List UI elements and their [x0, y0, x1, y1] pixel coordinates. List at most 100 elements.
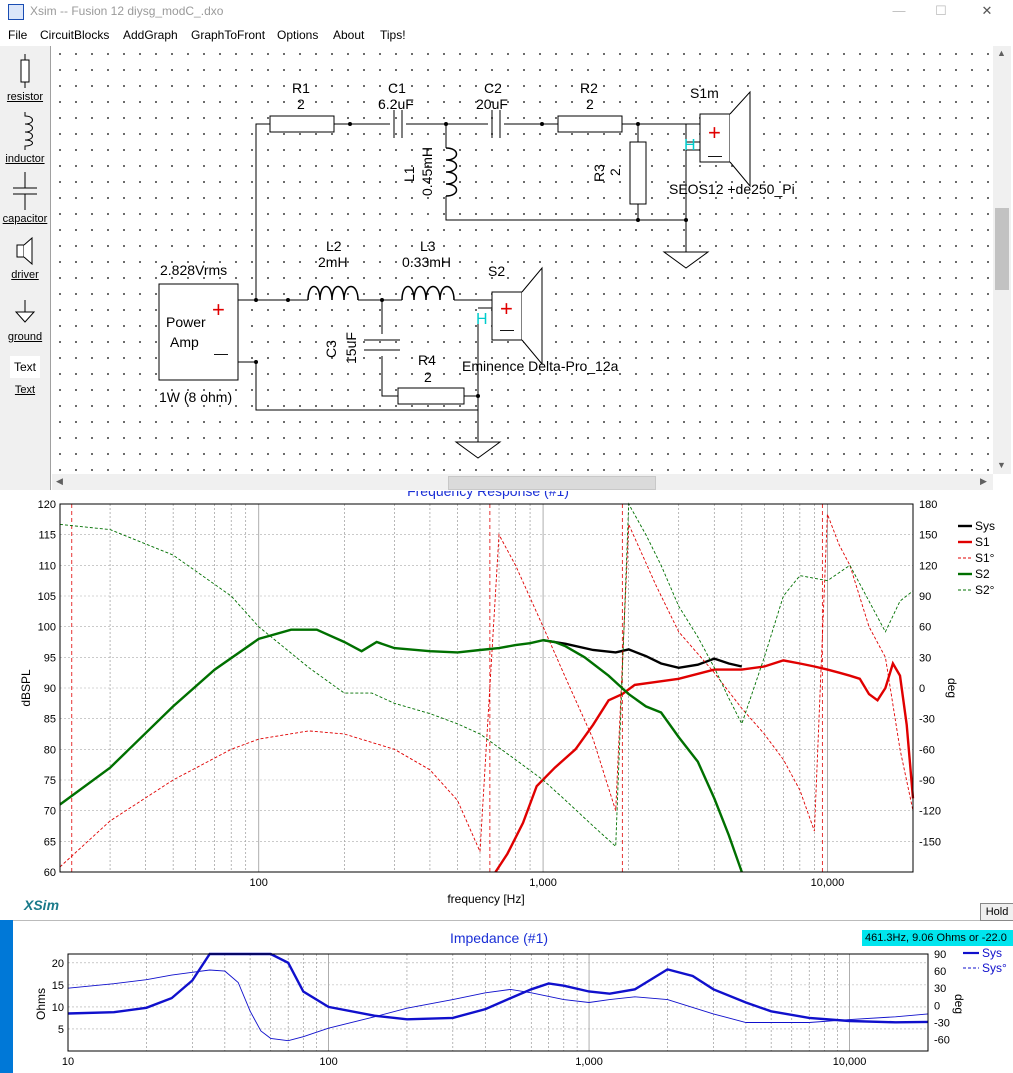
impedance-panel[interactable]: Impedance (#1) 5 10 15 20 -60 -30 0 30 60 90 10 1…: [13, 921, 1013, 1073]
legend-label-S2: S2: [975, 567, 990, 581]
minimize-button[interactable]: —: [876, 0, 922, 24]
C1-value: 6.2uF: [378, 96, 414, 112]
imp-y2tick-label: -30: [934, 1017, 950, 1029]
resistor-R4: [397, 387, 465, 405]
R4-value: 2: [424, 369, 432, 385]
schematic-canvas[interactable]: 2.828Vrms Power Amp + — 1W (8 ohm) R1 2 …: [52, 46, 993, 474]
title-bar[interactable]: Xsim -- Fusion 12 diysg_modC_.dxo — ☐ ✕: [0, 0, 1013, 24]
C2-value: 20uF: [476, 96, 508, 112]
schematic-drawing: 2.828Vrms Power Amp + — 1W (8 ohm) R1 2 …: [158, 80, 795, 459]
hold-button[interactable]: Hold: [980, 903, 1013, 921]
freq-y2tick-label: -90: [919, 775, 935, 787]
menu-tips[interactable]: Tips!: [380, 28, 406, 42]
freq-y2tick-label: 150: [919, 530, 937, 542]
horizontal-scroll-thumb[interactable]: [448, 476, 656, 490]
R1-value: 2: [297, 96, 305, 112]
frequency-response-panel[interactable]: Frequency Response (#1) 60 65 70 75 80 85 90 95…: [0, 491, 1013, 921]
scroll-up-arrow[interactable]: ▲: [997, 48, 1006, 58]
legend-label-S2-phase: S2°: [975, 583, 995, 597]
freq-ytick-label: 75: [44, 775, 56, 787]
S1-name: S1m: [690, 85, 719, 101]
tool-inductor[interactable]: inductor: [0, 112, 50, 165]
imp-ytick-label: 15: [52, 980, 64, 992]
close-button[interactable]: ✕: [964, 0, 1010, 24]
S1-h: H: [684, 137, 696, 154]
R2-name: R2: [580, 80, 598, 96]
amp-name-2: Amp: [170, 334, 199, 350]
freq-ytick-label: 115: [38, 530, 56, 542]
power-amp-block: [158, 283, 239, 381]
C2-name: C2: [484, 80, 502, 96]
freq-ytick-label: 110: [38, 560, 56, 572]
menu-circuitblocks[interactable]: CircuitBlocks: [40, 28, 109, 42]
tool-capacitor[interactable]: capacitor: [0, 172, 50, 225]
freq-y-ticks: 60 65 70 75 80 85 90 95 100 105 110 115 120: [38, 499, 56, 879]
S2-driver-cone: [521, 266, 543, 366]
tool-ground[interactable]: ground: [0, 298, 50, 343]
R3-name: R3: [591, 164, 607, 182]
inductor-L1: [445, 147, 458, 197]
ground-2: [454, 441, 502, 459]
freq-xtick-label: 10,000: [811, 877, 845, 889]
C3-name: C3: [323, 340, 339, 358]
inductor-L3: [401, 285, 455, 301]
capacitor-icon: [13, 172, 37, 210]
R3-value: 2: [607, 168, 623, 176]
inductor-icon: [24, 112, 33, 150]
freq-series-S1: [494, 659, 915, 873]
L2-value: 2mH: [318, 254, 348, 270]
tool-driver[interactable]: driver: [0, 236, 50, 281]
freq-chart-title: Frequency Response (#1): [407, 491, 569, 499]
xsim-window: Xsim -- Fusion 12 diysg_modC_.dxo — ☐ ✕ …: [0, 0, 1013, 492]
freq-y2tick-label: 120: [919, 560, 937, 572]
horizontal-scrollbar[interactable]: ◀ ▶: [52, 474, 993, 490]
tool-text[interactable]: Text Text: [0, 356, 50, 396]
imp-y2tick-label: 60: [934, 966, 946, 978]
legend-label-S1: S1: [975, 535, 990, 549]
resistor-R1: [269, 115, 335, 133]
imp-series-Sys-phase: [67, 969, 929, 1042]
C1-name: C1: [388, 80, 406, 96]
freq-y2tick-label: -30: [919, 714, 935, 726]
imp-series-Sys: [67, 952, 929, 1024]
menu-file[interactable]: File: [8, 28, 27, 42]
freq-ytick-label: 60: [44, 867, 56, 879]
speaker-icon: [16, 236, 33, 266]
scroll-down-arrow[interactable]: ▼: [997, 460, 1006, 470]
resistor-R3: [629, 141, 647, 205]
freq-ytick-label: 90: [44, 683, 56, 695]
imp-legend-label-Sys: Sys: [982, 946, 1002, 960]
amp-plus: +: [212, 297, 225, 322]
tool-resistor[interactable]: resistor: [0, 54, 50, 103]
freq-series-S2-phase: [59, 502, 914, 848]
legend-label-S1-phase: S1°: [975, 551, 995, 565]
scroll-right-arrow[interactable]: ▶: [980, 476, 987, 487]
S1-driver-cone: [729, 90, 751, 188]
freq-ytick-label: 80: [44, 744, 56, 756]
imp-y2label: deg: [952, 994, 966, 1014]
menu-options[interactable]: Options: [277, 28, 318, 42]
app-icon: [8, 4, 24, 20]
imp-y-ticks: 5 10 15 20: [52, 958, 64, 1036]
scroll-left-arrow[interactable]: ◀: [56, 476, 63, 487]
tool-capacitor-label: capacitor: [2, 213, 48, 225]
L2-name: L2: [326, 238, 342, 254]
menu-graphtofront[interactable]: GraphToFront: [191, 28, 265, 42]
text-icon: Text: [10, 356, 40, 378]
L3-value: 0.33mH: [402, 254, 451, 270]
freq-x-ticks: 100 1,000 10,000: [250, 877, 845, 889]
S2-name: S2: [488, 263, 505, 279]
vertical-scrollbar[interactable]: ▲ ▼: [993, 46, 1011, 474]
amp-minus: —: [214, 345, 228, 361]
menu-addgraph[interactable]: AddGraph: [123, 28, 178, 42]
freq-y2tick-label: -60: [919, 744, 935, 756]
S2-h: H: [476, 311, 488, 328]
freq-y2tick-label: 90: [919, 591, 931, 603]
menu-about[interactable]: About: [333, 28, 364, 42]
R4-name: R4: [418, 352, 436, 368]
maximize-button[interactable]: ☐: [918, 0, 964, 24]
vertical-scroll-thumb[interactable]: [995, 208, 1009, 290]
S2-model: Eminence Delta-Pro_12a: [462, 358, 619, 374]
L1-value: 0.45mH: [419, 147, 435, 196]
imp-xtick-label: 10: [62, 1056, 74, 1068]
